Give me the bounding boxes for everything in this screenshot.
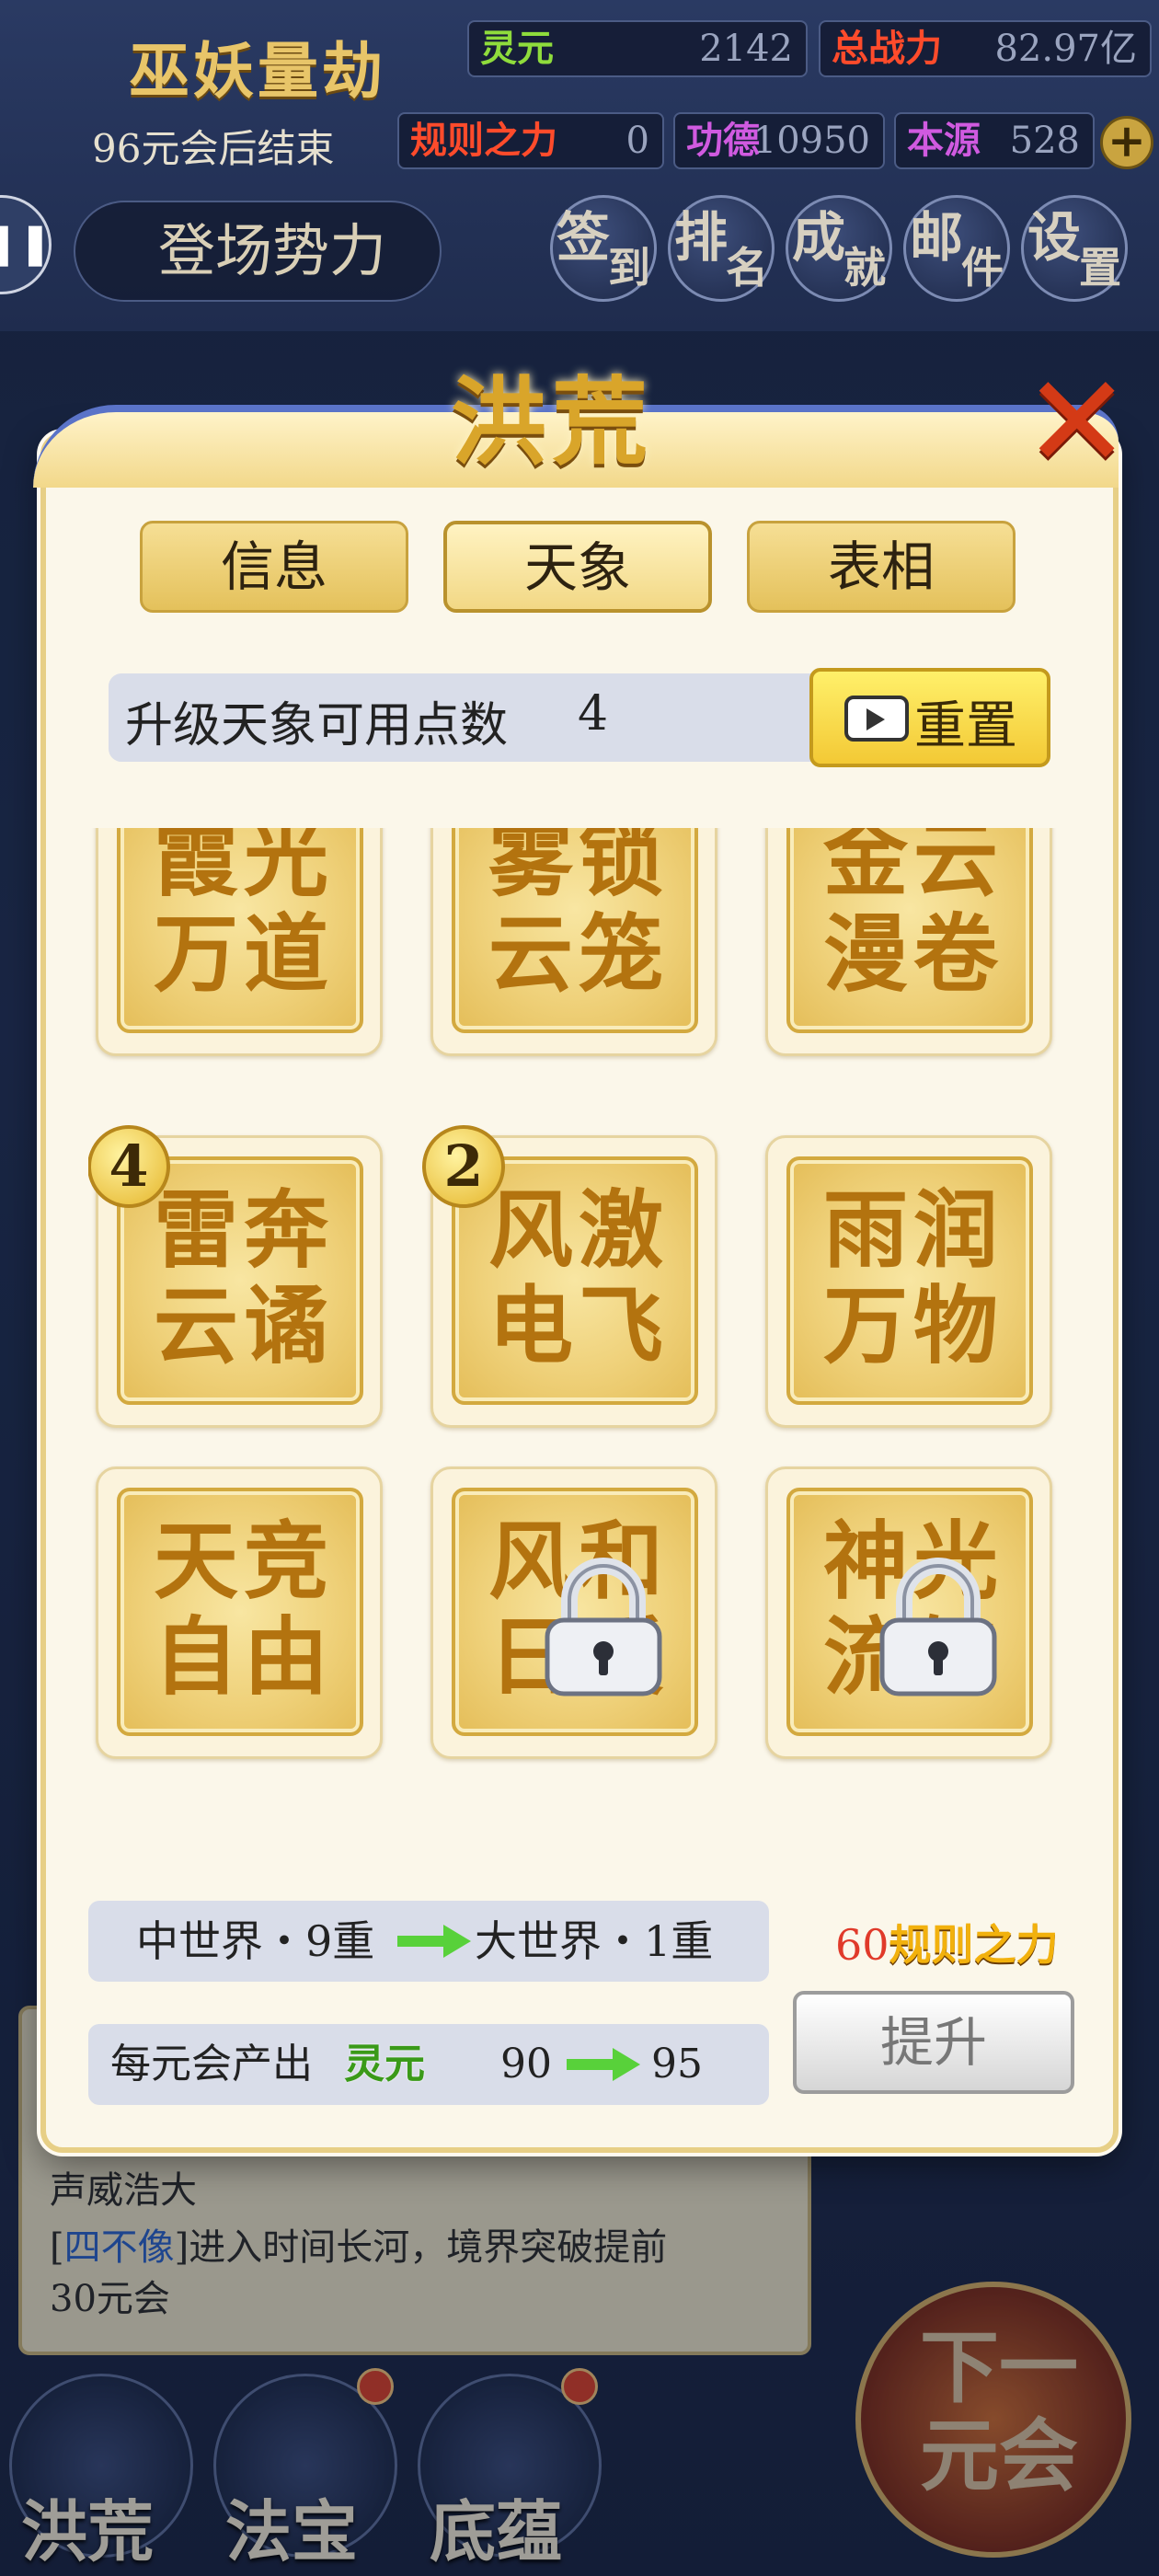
menu-label: 置 [1079, 243, 1121, 293]
tile-name: 风激 电飞 [488, 1180, 669, 1375]
stat-value: 82.97亿 [994, 28, 1137, 70]
cost-label: 规则之力 [889, 1920, 1059, 1970]
menu-label: 名 [726, 243, 768, 293]
cost-amount: 60 [835, 1920, 889, 1970]
celestial-tile[interactable]: 天竞 自由 [96, 1466, 383, 1759]
faction-button[interactable]: 登场势力 [74, 201, 442, 302]
output-bar: 每元会产出 灵元 90 95 [88, 2024, 769, 2105]
tile-name: 雨润 万物 [822, 1180, 1004, 1375]
modal-title: 洪荒 [451, 365, 654, 478]
tile-face: 金云 漫卷 [786, 828, 1033, 1033]
era-countdown: 96元会后结束 [92, 126, 335, 171]
tab-celestial[interactable]: 天象 [443, 521, 712, 613]
lock-icon [879, 1558, 997, 1696]
celestial-tile[interactable]: 雾锁 云笼 [430, 828, 717, 1056]
celestial-grid: 霞光 万道 雾锁 云笼 金云 漫卷 雷奔 云谲 4 风激 电飞 2 雨润 万物 天竞 自由 [88, 828, 1073, 1766]
level-badge: 2 [422, 1125, 505, 1208]
output-resource: 灵元 [344, 2041, 425, 2087]
total-power-stat: 总战力 82.97亿 [819, 20, 1152, 77]
stat-value: 2142 [699, 28, 793, 70]
arrow-right-icon [397, 1925, 471, 1958]
tile-face: 风和日暖 [452, 1488, 698, 1736]
rule-power-stat: 规则之力 0 [397, 112, 664, 169]
tile-name: 天竞 自由 [153, 1512, 334, 1707]
merit-stat: 功德 10950 [673, 112, 885, 169]
level-badge: 4 [88, 1125, 170, 1208]
tile-face: 雨润 万物 [786, 1156, 1033, 1405]
tile-name: 霞光 万道 [153, 828, 334, 1004]
menu-label: 件 [961, 243, 1004, 293]
tab-info[interactable]: 信息 [140, 521, 408, 613]
celestial-tile[interactable]: 金云 漫卷 [765, 828, 1052, 1056]
celestial-tile[interactable]: 雨润 万物 [765, 1135, 1052, 1428]
stat-label: 规则之力 [410, 119, 557, 162]
stat-label: 总战力 [832, 27, 942, 70]
tile-name: 金云 漫卷 [822, 828, 1004, 1004]
stat-value: 10950 [752, 120, 870, 162]
close-icon[interactable]: ✕ [1023, 359, 1130, 488]
lingyuan-stat: 灵元 2142 [467, 20, 808, 77]
tile-face: 霞光 万道 [117, 828, 363, 1033]
menu-label: 设 [1027, 206, 1082, 269]
stat-value: 0 [625, 120, 649, 162]
arrow-right-icon [567, 2048, 640, 2081]
origin-stat: 本源 528 [894, 112, 1095, 169]
upgrade-button[interactable]: 提升 [793, 1991, 1074, 2094]
rule-power-cost: 60规则之力 [835, 1912, 1059, 1972]
output-prefix: 每元会产出 [110, 2041, 313, 2087]
video-icon [844, 696, 909, 742]
settings-button[interactable]: 设 置 [1021, 195, 1128, 302]
menu-label: 到 [608, 243, 650, 293]
celestial-tile[interactable]: 霞光 万道 [96, 828, 383, 1056]
lock-icon [545, 1558, 662, 1696]
game-title: 巫妖量劫 [129, 35, 386, 107]
output-to: 95 [651, 2041, 703, 2087]
tile-face: 雾锁 云笼 [452, 828, 698, 1033]
tile-face: 神光流转 [786, 1488, 1033, 1736]
add-plus-icon[interactable]: + [1100, 116, 1153, 169]
stat-label: 灵元 [480, 27, 554, 70]
world-level-bar: 中世界・9重 大世界・1重 [88, 1901, 769, 1982]
tile-name: 雾锁 云笼 [488, 828, 669, 1004]
celestial-tile-locked[interactable]: 风和日暖 [430, 1466, 717, 1759]
menu-label: 成 [792, 206, 846, 269]
tile-face: 天竞 自由 [117, 1488, 363, 1736]
menu-label: 邮 [910, 206, 964, 269]
tab-appearance[interactable]: 表相 [747, 521, 1016, 613]
reset-label: 重置 [914, 696, 1017, 756]
menu-label: 签 [557, 206, 611, 269]
world-from: 中世界・9重 [136, 1916, 375, 1966]
celestial-tile-locked[interactable]: 神光流转 [765, 1466, 1052, 1759]
menu-label: 排 [674, 206, 729, 269]
achievement-button[interactable]: 成 就 [786, 195, 892, 302]
mail-button[interactable]: 邮 件 [903, 195, 1010, 302]
stat-label: 本源 [907, 119, 981, 162]
output-from: 90 [500, 2041, 552, 2087]
menu-label: 就 [843, 243, 886, 293]
points-label: 升级天象可用点数 [125, 698, 509, 753]
world-to: 大世界・1重 [475, 1916, 714, 1966]
points-value: 4 [578, 686, 609, 742]
reset-button[interactable]: 重置 [809, 668, 1050, 767]
checkin-button[interactable]: 签 到 [550, 195, 657, 302]
celestial-tile[interactable]: 风激 电飞 2 [422, 1125, 717, 1428]
stat-value: 528 [1009, 120, 1080, 162]
ranking-button[interactable]: 排 名 [668, 195, 775, 302]
tile-name: 雷奔 云谲 [153, 1180, 334, 1375]
stat-label: 功德 [686, 119, 760, 162]
celestial-tile[interactable]: 雷奔 云谲 4 [88, 1125, 383, 1428]
